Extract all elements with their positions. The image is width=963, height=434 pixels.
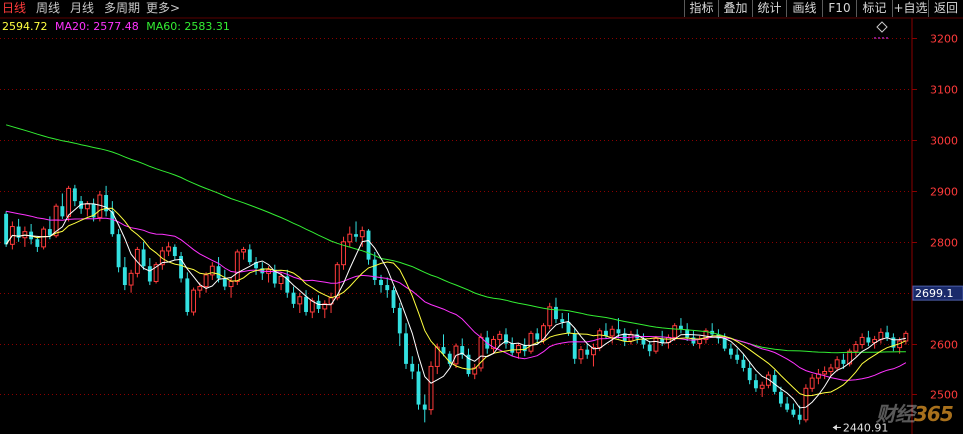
candle-87 bbox=[547, 302, 553, 330]
candle-22 bbox=[141, 241, 146, 270]
ma60-line bbox=[5, 124, 906, 354]
candle-3 bbox=[22, 226, 28, 247]
candle-68 bbox=[428, 361, 434, 415]
candle-116 bbox=[728, 343, 733, 359]
candle-93 bbox=[585, 343, 590, 359]
candle-66 bbox=[416, 363, 421, 410]
candle-14 bbox=[91, 198, 96, 222]
diamond-icon bbox=[876, 21, 888, 33]
candle-11 bbox=[72, 184, 77, 207]
candle-71 bbox=[447, 351, 452, 367]
candle-126 bbox=[791, 403, 796, 418]
y-tick-label-5: 3000 bbox=[930, 135, 958, 148]
candle-128 bbox=[803, 384, 809, 423]
candle-140 bbox=[878, 328, 884, 344]
candle-29 bbox=[185, 272, 190, 316]
candle-83 bbox=[522, 338, 527, 357]
candle-33 bbox=[209, 262, 215, 280]
low-annotation-arrowhead bbox=[832, 424, 837, 431]
y-tick-label-1: 2600 bbox=[930, 339, 958, 352]
current-price-label: 2699.1 bbox=[915, 287, 954, 300]
candle-20 bbox=[128, 269, 134, 293]
candle-73 bbox=[460, 338, 465, 359]
candle-123 bbox=[772, 369, 777, 395]
candle-81 bbox=[510, 337, 515, 357]
candle-40 bbox=[254, 257, 258, 275]
candle-46 bbox=[291, 286, 296, 308]
candle-65 bbox=[410, 356, 415, 380]
candle-16 bbox=[104, 185, 109, 217]
candle-6 bbox=[41, 226, 47, 250]
candle-131 bbox=[822, 366, 828, 380]
candle-28 bbox=[179, 251, 184, 283]
candle-9 bbox=[60, 193, 65, 219]
candle-144 bbox=[903, 330, 909, 345]
candle-82 bbox=[516, 343, 521, 359]
candle-38 bbox=[241, 246, 246, 260]
candle-136 bbox=[853, 340, 859, 357]
candle-18 bbox=[116, 229, 121, 273]
candle-111 bbox=[697, 335, 703, 349]
candle-43 bbox=[272, 264, 277, 288]
candle-80 bbox=[504, 328, 508, 349]
candle-27 bbox=[172, 244, 177, 260]
candle-15 bbox=[97, 190, 103, 222]
candle-89 bbox=[560, 313, 565, 329]
candle-26 bbox=[166, 241, 172, 257]
candle-24 bbox=[153, 262, 159, 284]
candle-88 bbox=[554, 297, 558, 324]
candle-75 bbox=[472, 363, 478, 380]
candle-94 bbox=[591, 343, 596, 367]
candle-129 bbox=[809, 374, 815, 392]
candle-5 bbox=[35, 236, 40, 252]
candle-125 bbox=[785, 396, 790, 413]
candle-55 bbox=[347, 226, 353, 247]
candle-137 bbox=[859, 333, 865, 349]
candle-138 bbox=[866, 330, 871, 347]
y-tick-label-3: 2800 bbox=[930, 237, 958, 250]
candle-85 bbox=[535, 328, 540, 344]
candle-39 bbox=[247, 244, 252, 265]
candle-59 bbox=[372, 251, 377, 286]
candle-119 bbox=[747, 361, 752, 385]
candle-79 bbox=[497, 330, 503, 347]
candle-102 bbox=[641, 333, 646, 349]
candle-62 bbox=[391, 286, 396, 314]
candle-92 bbox=[578, 346, 584, 364]
candle-108 bbox=[679, 318, 683, 334]
candle-142 bbox=[891, 333, 896, 352]
watermark-logo: 财经365 bbox=[876, 402, 954, 426]
ma5-line bbox=[5, 203, 907, 409]
candle-113 bbox=[710, 323, 715, 338]
candle-56 bbox=[354, 221, 358, 242]
candle-117 bbox=[735, 348, 740, 364]
candle-64 bbox=[404, 323, 408, 369]
candle-54 bbox=[341, 236, 346, 270]
candle-104 bbox=[653, 335, 659, 354]
candle-2 bbox=[16, 218, 21, 242]
candle-67 bbox=[422, 394, 427, 423]
candle-19 bbox=[122, 257, 127, 291]
candle-61 bbox=[385, 277, 390, 298]
candle-58 bbox=[366, 229, 371, 265]
candle-120 bbox=[753, 374, 758, 392]
candle-84 bbox=[528, 330, 534, 354]
candle-32 bbox=[203, 272, 209, 293]
candle-90 bbox=[566, 313, 571, 336]
candle-35 bbox=[222, 269, 227, 291]
y-tick-label-4: 2900 bbox=[930, 186, 958, 199]
candle-30 bbox=[191, 287, 197, 316]
y-tick-label-7: 3200 bbox=[930, 33, 958, 46]
kline-chart[interactable]: 250026002700280029003000310032002699.124… bbox=[0, 0, 963, 434]
y-tick-label-6: 3100 bbox=[930, 84, 958, 97]
candle-51 bbox=[322, 300, 328, 319]
candle-47 bbox=[297, 292, 303, 314]
candle-74 bbox=[466, 348, 471, 377]
candle-4 bbox=[29, 224, 34, 245]
candle-63 bbox=[397, 302, 402, 347]
candle-103 bbox=[647, 340, 652, 357]
candle-130 bbox=[815, 368, 821, 385]
